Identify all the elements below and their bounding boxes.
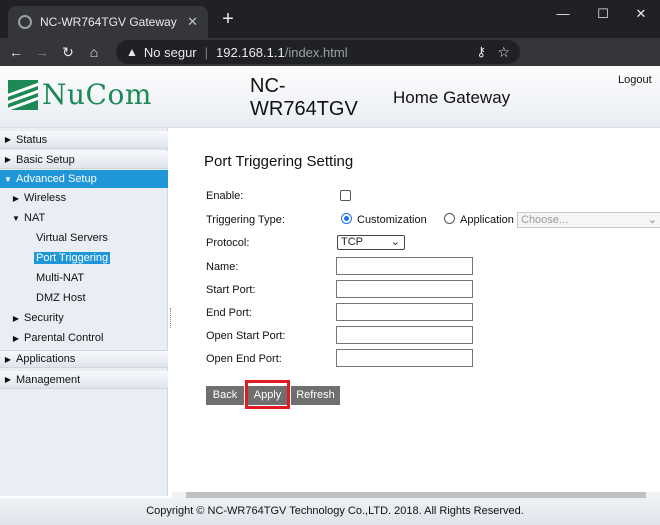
open-end-port-label: Open End Port: [206, 353, 282, 365]
reload-icon[interactable]: ↻ [58, 44, 78, 61]
application-label[interactable]: Application [460, 214, 514, 226]
maximize-button[interactable]: ☐ [584, 0, 622, 28]
tab-title: NC-WR764TGV Gateway [40, 15, 177, 29]
caret-right-icon: ▶ [4, 375, 12, 384]
protocol-label: Protocol: [206, 237, 250, 249]
sidebar-item-label: Virtual Servers [36, 232, 108, 244]
address-bar[interactable]: ▲ No segur | 192.168.1.1 /index.html ⚷ ☆ [116, 40, 520, 64]
bookmark-star-icon[interactable]: ☆ [497, 44, 510, 61]
sidebar-item-label: Management [16, 373, 81, 386]
sidebar-item-advanced-setup[interactable]: ▼ Advanced Setup [0, 170, 168, 188]
end-port-label: End Port: [206, 307, 252, 319]
sidebar-nav: ▶ Status ▶ Basic Setup ▼ Advanced Setup … [0, 128, 168, 496]
url-path: /index.html [284, 44, 348, 60]
main-content: Port Triggering Setting Enable: Triggeri… [172, 128, 660, 492]
sidebar-item-virtual-servers[interactable]: Virtual Servers [0, 229, 168, 247]
sidebar-item-wireless[interactable]: ▶ Wireless [0, 189, 168, 207]
logo-text: NuCom [42, 78, 152, 111]
forward-arrow-icon[interactable]: → [32, 44, 52, 60]
sidebar-item-label: NAT [24, 212, 46, 224]
product-name: Home Gateway [393, 88, 511, 107]
sidebar-item-label: Security [24, 312, 64, 324]
caret-down-icon: ▼ [12, 213, 20, 223]
logout-link[interactable]: Logout [618, 74, 652, 86]
sidebar-item-dmz-host[interactable]: DMZ Host [0, 289, 168, 307]
address-separator: | [204, 44, 209, 60]
home-icon[interactable]: ⌂ [84, 44, 104, 60]
sidebar-item-label: DMZ Host [36, 292, 86, 304]
sidebar-item-port-triggering[interactable]: Port Triggering [0, 249, 168, 267]
model-name: NC-WR764TGV [250, 75, 358, 120]
chevron-down-icon: ⌄ [390, 236, 400, 248]
logo-mark-icon [8, 79, 38, 110]
back-arrow-icon[interactable]: ← [6, 44, 26, 60]
enable-checkbox[interactable] [340, 190, 351, 201]
sidebar-item-basic-setup[interactable]: ▶ Basic Setup [0, 151, 168, 169]
caret-right-icon: ▶ [12, 333, 20, 343]
name-label: Name: [206, 261, 239, 273]
caret-right-icon: ▶ [12, 313, 20, 323]
application-select-value: Choose... [521, 214, 569, 226]
sidebar-item-nat[interactable]: ▼ NAT [0, 209, 168, 227]
warning-icon[interactable]: ▲ [126, 45, 138, 59]
sidebar-item-label: Advanced Setup [16, 173, 97, 185]
sidebar-item-label: Port Triggering [34, 252, 111, 264]
url-host: 192.168.1.1 [216, 44, 285, 60]
sidebar-item-status[interactable]: ▶ Status [0, 131, 168, 149]
apply-button[interactable]: Apply [248, 386, 287, 405]
application-select[interactable]: Choose... ⌄ [517, 212, 660, 228]
sidebar-item-applications[interactable]: ▶ Applications [0, 350, 168, 368]
sidebar-item-parental-control[interactable]: ▶ Parental Control [0, 329, 168, 347]
customization-radio[interactable] [341, 213, 352, 224]
chevron-down-icon: ⌄ [647, 214, 657, 226]
page-header: NuCom NC-WR764TGV Home Gateway Logout [0, 66, 660, 128]
open-end-port-input[interactable] [336, 349, 473, 367]
copyright-text: Copyright © NC-WR764TGV Technology Co.,L… [146, 505, 524, 517]
page-title: Port Triggering Setting [204, 153, 354, 170]
sidebar-item-label: Wireless [24, 192, 67, 204]
nucom-logo: NuCom [8, 78, 152, 111]
sidebar-item-multi-nat[interactable]: Multi-NAT [0, 269, 168, 287]
back-button[interactable]: Back [206, 386, 244, 405]
browser-tab[interactable]: NC-WR764TGV Gateway ✕ [8, 6, 208, 38]
key-icon[interactable]: ⚷ [476, 44, 486, 60]
enable-label: Enable: [206, 190, 244, 202]
browser-toolbar: ← → ↻ ⌂ ▲ No segur | 192.168.1.1 /index.… [0, 38, 660, 99]
triggering-type-label: Triggering Type: [206, 214, 285, 226]
sidebar-item-label: Parental Control [24, 332, 104, 344]
open-start-port-input[interactable] [336, 326, 473, 344]
application-radio[interactable] [444, 213, 455, 224]
new-tab-button[interactable]: + [218, 8, 238, 32]
caret-right-icon: ▶ [4, 354, 12, 364]
security-label[interactable]: No segur [144, 45, 197, 60]
caret-right-icon: ▶ [4, 155, 12, 164]
name-input[interactable] [336, 257, 473, 275]
sidebar-item-security[interactable]: ▶ Security [0, 309, 168, 327]
caret-right-icon: ▶ [12, 193, 20, 203]
end-port-input[interactable] [336, 303, 473, 321]
caret-down-icon: ▼ [4, 174, 12, 184]
start-port-label: Start Port: [206, 284, 256, 296]
sidebar-item-label: Status [16, 133, 48, 146]
open-start-port-label: Open Start Port: [206, 330, 286, 342]
browser-tab-bar: NC-WR764TGV Gateway ✕ + — ☐ ✕ [0, 0, 660, 38]
sidebar-item-label: Multi-NAT [36, 272, 85, 284]
protocol-select[interactable]: TCP ⌄ [337, 235, 405, 250]
page-footer: Copyright © NC-WR764TGV Technology Co.,L… [0, 498, 660, 525]
customization-label[interactable]: Customization [357, 214, 427, 226]
sidebar-item-management[interactable]: ▶ Management [0, 371, 168, 389]
start-port-input[interactable] [336, 280, 473, 298]
minimize-button[interactable]: — [544, 0, 582, 28]
sidebar-item-label: Applications [16, 353, 76, 365]
caret-right-icon: ▶ [4, 135, 12, 144]
sidebar-item-label: Basic Setup [16, 153, 75, 166]
protocol-select-value: TCP [341, 236, 363, 248]
refresh-button[interactable]: Refresh [291, 386, 340, 405]
globe-icon [18, 15, 32, 29]
tab-close-icon[interactable]: ✕ [187, 14, 198, 30]
close-window-button[interactable]: ✕ [622, 0, 660, 28]
